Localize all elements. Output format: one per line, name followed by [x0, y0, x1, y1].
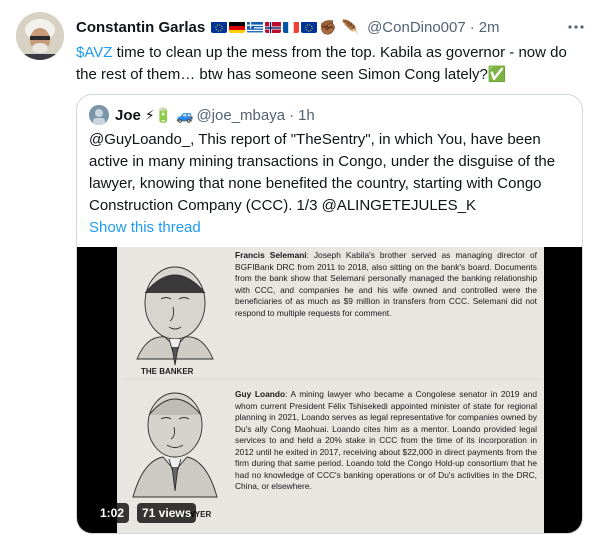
- quoted-header: Joe ⚡🔋 🚙 @joe_mbaya · 1h: [89, 105, 315, 125]
- cashtag-link[interactable]: $AVZ: [76, 44, 112, 61]
- lightning-battery-car-icon: ⚡🔋 🚙: [144, 106, 194, 123]
- video-views-badge: 71 views: [137, 503, 197, 523]
- france-flag-icon: [283, 21, 300, 33]
- quoted-avatar[interactable]: [89, 105, 109, 125]
- author-avatar[interactable]: [16, 12, 64, 60]
- quoted-handle[interactable]: @joe_mbaya: [196, 107, 285, 124]
- author-flags: ✊🏾 🪶: [211, 19, 362, 36]
- more-icon[interactable]: [566, 17, 586, 37]
- quoted-text: @GuyLoando_, This report of "TheSentry",…: [89, 131, 556, 214]
- check-mark-emoji: ✅: [487, 66, 507, 83]
- tweet-text: $AVZ time to clean up the mess from the …: [76, 42, 590, 86]
- bio-loando-name: Guy Loando: [235, 389, 286, 399]
- bio-selemani-text: : Joseph Kabila's brother served as mana…: [235, 250, 537, 318]
- video-duration-badge: 1:02: [95, 503, 130, 523]
- author-handle[interactable]: @ConDino007: [367, 19, 466, 36]
- tweet-time[interactable]: 2m: [479, 19, 500, 36]
- bio-selemani-name: Francis Selemani: [235, 250, 307, 260]
- raised-fist-icon: ✊🏾: [319, 18, 337, 35]
- greece-flag-icon: [247, 21, 264, 33]
- tweet[interactable]: Constantin Garlas ✊🏾 🪶 @ConDino007 · 2m …: [0, 0, 608, 550]
- germany-flag-icon: [229, 21, 246, 33]
- bio-loando-text: : A mining lawyer who became a Congolese…: [235, 389, 537, 491]
- tweet-header: Constantin Garlas ✊🏾 🪶 @ConDino007 · 2m: [76, 17, 596, 37]
- separator-dot: ·: [469, 18, 475, 36]
- eu-flag-icon: [301, 21, 318, 33]
- show-thread-link[interactable]: Show this thread: [89, 217, 201, 239]
- author-name[interactable]: Constantin Garlas: [76, 19, 205, 36]
- bio-selemani: Francis Selemani: Joseph Kabila's brothe…: [235, 250, 537, 319]
- video-player[interactable]: THE BANKER LAWYER Francis Selemani: Jose…: [77, 247, 582, 533]
- quoted-tweet[interactable]: Joe ⚡🔋 🚙 @joe_mbaya · 1h @GuyLoando_, Th…: [76, 94, 583, 534]
- bio-loando: Guy Loando: A mining lawyer who became a…: [235, 389, 537, 493]
- quoted-author-name[interactable]: Joe: [115, 107, 141, 124]
- caption-banker: THE BANKER: [141, 367, 194, 376]
- feather-icon: 🪶: [341, 18, 360, 35]
- norway-flag-icon: [265, 21, 282, 33]
- report-page-image: THE BANKER LAWYER Francis Selemani: Jose…: [117, 247, 544, 533]
- quoted-time[interactable]: 1h: [298, 107, 315, 124]
- separator-dot: ·: [289, 106, 295, 124]
- eu-flag-icon: [211, 21, 228, 33]
